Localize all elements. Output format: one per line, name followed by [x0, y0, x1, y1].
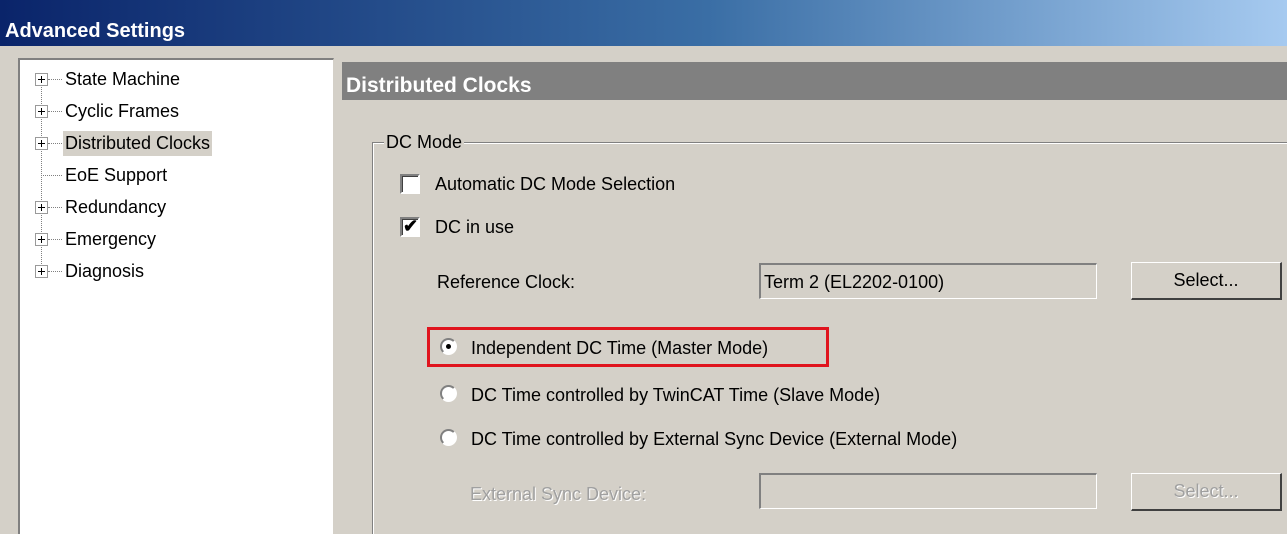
external-sync-device-label: External Sync Device: [470, 484, 647, 504]
auto-dc-mode-label[interactable]: Automatic DC Mode Selection [435, 172, 675, 196]
tree-item-label[interactable]: Redundancy [63, 195, 168, 220]
window-title: Advanced Settings [0, 0, 1287, 46]
auto-dc-mode-checkbox[interactable] [400, 174, 420, 194]
tree-item-distributed-clocks[interactable]: Distributed Clocks [20, 129, 330, 159]
settings-tree[interactable]: State Machine Cyclic Frames Distributed … [18, 58, 334, 534]
reference-clock-select-button[interactable]: Select... [1131, 262, 1282, 300]
highlight-box [427, 327, 829, 367]
expand-plus-icon[interactable] [35, 265, 48, 278]
tree-item-emergency[interactable]: Emergency [20, 225, 330, 255]
tree-item-eoe-support[interactable]: EoE Support [20, 161, 330, 191]
checkmark-icon: ✔ [403, 216, 419, 236]
external-sync-select-button: Select... [1131, 473, 1282, 511]
reference-clock-field[interactable]: Term 2 (EL2202-0100) [759, 263, 1097, 299]
tree-item-label[interactable]: Distributed Clocks [63, 131, 213, 156]
expand-plus-icon[interactable] [35, 201, 48, 214]
tree-item-label[interactable]: EoE Support [63, 163, 169, 188]
panel-title: Distributed Clocks [342, 62, 1287, 100]
external-mode-label[interactable]: DC Time controlled by External Sync Devi… [471, 427, 957, 451]
reference-clock-label: Reference Clock: [437, 272, 576, 292]
external-mode-radio[interactable] [440, 429, 457, 446]
expand-plus-icon[interactable] [35, 73, 48, 86]
external-sync-device-field [759, 473, 1097, 509]
dc-in-use-checkbox[interactable]: ✔ [400, 216, 420, 237]
tree-item-diagnosis[interactable]: Diagnosis [20, 257, 330, 287]
dc-in-use-label[interactable]: DC in use [435, 215, 514, 239]
expand-plus-icon[interactable] [35, 137, 48, 150]
tree-item-label[interactable]: State Machine [63, 67, 182, 92]
tree-item-cyclic-frames[interactable]: Cyclic Frames [20, 97, 330, 127]
expand-plus-icon[interactable] [35, 233, 48, 246]
slave-mode-label[interactable]: DC Time controlled by TwinCAT Time (Slav… [471, 383, 880, 407]
tree-item-label[interactable]: Emergency [63, 227, 158, 252]
tree-item-state-machine[interactable]: State Machine [20, 65, 330, 95]
expand-plus-icon[interactable] [35, 105, 48, 118]
tree-item-label[interactable]: Diagnosis [63, 259, 146, 284]
tree-item-redundancy[interactable]: Redundancy [20, 193, 330, 223]
dc-mode-group-label: DC Mode [384, 131, 465, 153]
slave-mode-radio[interactable] [440, 385, 457, 402]
tree-item-label[interactable]: Cyclic Frames [63, 99, 181, 124]
